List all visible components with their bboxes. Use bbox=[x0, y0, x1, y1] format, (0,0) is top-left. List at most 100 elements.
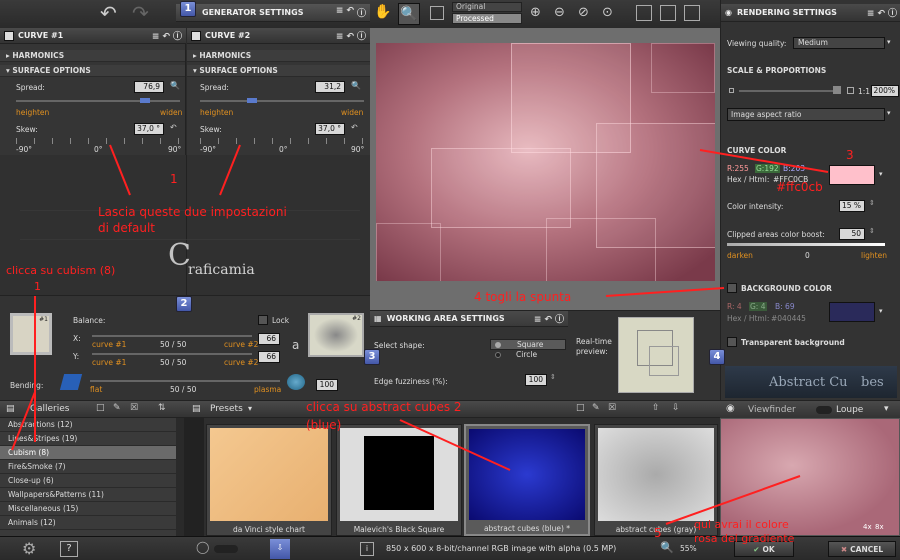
zoom-8x[interactable]: 8x bbox=[875, 523, 884, 531]
reset-icon[interactable]: ↶ bbox=[346, 6, 354, 19]
x-slider[interactable] bbox=[92, 335, 252, 337]
eyedropper-icon[interactable]: ⊘ bbox=[578, 5, 589, 20]
chevron-down-icon[interactable]: ▾ bbox=[887, 38, 891, 46]
lightbulb-icon[interactable]: ◯ bbox=[196, 540, 209, 554]
transparent-bg-checkbox[interactable] bbox=[727, 337, 737, 347]
preview-image[interactable] bbox=[376, 43, 715, 281]
background-color-checkbox[interactable] bbox=[727, 283, 737, 293]
clipped-input[interactable]: 50 bbox=[839, 228, 865, 240]
link-icon[interactable]: a bbox=[292, 338, 299, 352]
actual-size-icon[interactable] bbox=[660, 5, 676, 21]
gallery-item[interactable]: Miscellaneous (15) bbox=[0, 502, 184, 516]
clipped-slider[interactable] bbox=[727, 243, 885, 246]
chevron-down-icon[interactable]: ▾ bbox=[884, 404, 889, 414]
menu-icon[interactable]: ≡ bbox=[336, 32, 344, 42]
gallery-item[interactable]: Close-up (6) bbox=[0, 474, 184, 488]
curve1-surface-options[interactable]: ▾ SURFACE OPTIONS bbox=[0, 65, 185, 77]
new-preset-icon[interactable]: □ bbox=[576, 403, 585, 413]
reset-icon[interactable]: ↶ bbox=[346, 32, 354, 42]
download-icon[interactable]: ⇩ bbox=[270, 539, 290, 559]
delete-preset-icon[interactable]: ☒ bbox=[608, 403, 616, 413]
aspect-ratio-select[interactable]: Image aspect ratio bbox=[727, 108, 885, 121]
import-icon[interactable]: ⇧ bbox=[652, 403, 660, 413]
image-icon[interactable] bbox=[430, 6, 444, 20]
spinner-icon[interactable]: ⇕ bbox=[869, 227, 875, 235]
viewfinder-toggle[interactable] bbox=[816, 406, 832, 414]
eyedropper-add-icon[interactable]: ⊕ bbox=[530, 5, 541, 20]
help-icon[interactable]: ⓘ bbox=[357, 6, 366, 19]
color-intensity-input[interactable]: 15 % bbox=[839, 200, 865, 212]
zoom-icon[interactable]: 🔍 bbox=[660, 541, 674, 554]
gallery-item[interactable]: Fire&Smoke (7) bbox=[0, 460, 184, 474]
help-icon[interactable]: ⓘ bbox=[357, 29, 366, 42]
spread-handle[interactable] bbox=[247, 98, 257, 103]
shape-square-option[interactable]: Square bbox=[490, 339, 566, 350]
edit-gallery-icon[interactable]: ✎ bbox=[113, 403, 121, 413]
chevron-down-icon[interactable]: ▾ bbox=[248, 404, 252, 413]
help-icon[interactable]: ? bbox=[60, 541, 78, 557]
bending-input[interactable]: 100 bbox=[316, 379, 338, 391]
curve1-harmonics[interactable]: ▸ HARMONICS bbox=[0, 50, 185, 62]
shape-circle-option[interactable]: Circle bbox=[490, 350, 566, 361]
export-icon[interactable]: ⇩ bbox=[672, 403, 680, 413]
skew-input[interactable]: 37,0 ° bbox=[315, 123, 345, 135]
x-input[interactable]: 66 bbox=[258, 333, 280, 345]
chevron-down-icon[interactable]: ▾ bbox=[879, 170, 883, 178]
zoom-icon[interactable]: 🔍 bbox=[398, 3, 420, 25]
gallery-scrollbar[interactable] bbox=[176, 418, 184, 536]
spinner-icon[interactable]: ⇕ bbox=[869, 199, 875, 207]
bending-slider[interactable] bbox=[90, 380, 280, 382]
scale-handle[interactable] bbox=[833, 86, 841, 94]
curve2-thumbnail[interactable]: #2 bbox=[308, 313, 364, 357]
zoom-4x[interactable]: 4x bbox=[863, 523, 872, 531]
forward-arrow-icon[interactable]: ↷ bbox=[132, 3, 158, 25]
preset-thumb[interactable]: da Vinci style chart bbox=[206, 424, 332, 536]
eyedropper-menu-icon[interactable]: ⊙ bbox=[602, 5, 613, 20]
zoom-icon[interactable]: 🔍 bbox=[170, 81, 180, 90]
curve2-surface-options[interactable]: ▾ SURFACE OPTIONS bbox=[187, 65, 370, 77]
curve2-harmonics[interactable]: ▸ HARMONICS bbox=[187, 50, 370, 62]
view-processed-toggle[interactable]: Processed bbox=[452, 13, 522, 24]
presets-scroll[interactable] bbox=[184, 418, 204, 536]
edit-preset-icon[interactable]: ✎ bbox=[592, 403, 600, 413]
bg-color-swatch[interactable] bbox=[829, 302, 875, 322]
loupe-label[interactable]: Loupe bbox=[836, 405, 863, 415]
spread-input[interactable]: 31,2 bbox=[315, 81, 345, 93]
spread-input[interactable]: 76,9 bbox=[134, 81, 164, 93]
lock-checkbox[interactable] bbox=[258, 315, 268, 325]
help-icon[interactable]: ⓘ bbox=[888, 6, 897, 19]
menu-icon[interactable]: ≡ bbox=[534, 315, 542, 325]
sort-icon[interactable]: ⇅ bbox=[158, 403, 166, 413]
menu-icon[interactable]: ≡ bbox=[336, 6, 344, 19]
y-slider[interactable] bbox=[92, 353, 252, 355]
spinner-icon[interactable]: ⇕ bbox=[550, 373, 556, 381]
menu-icon[interactable]: ≡ bbox=[152, 32, 160, 42]
chevron-down-icon[interactable]: ▾ bbox=[879, 307, 883, 315]
light-toggle[interactable] bbox=[214, 545, 238, 553]
ratio-checkbox[interactable] bbox=[847, 87, 854, 94]
reset-small-icon[interactable]: ↶ bbox=[351, 123, 358, 132]
reset-icon[interactable]: ↶ bbox=[877, 9, 885, 19]
spread-slider[interactable] bbox=[200, 100, 364, 102]
view-original-toggle[interactable]: Original bbox=[452, 2, 522, 12]
scale-input[interactable]: 200% bbox=[871, 85, 899, 97]
gallery-item[interactable]: Wallpapers&Patterns (11) bbox=[0, 488, 184, 502]
eyedropper-remove-icon[interactable]: ⊖ bbox=[554, 5, 565, 20]
chevron-down-icon[interactable]: ▾ bbox=[887, 109, 891, 117]
zoom-icon[interactable]: 🔍 bbox=[351, 81, 361, 90]
edge-fuzziness-input[interactable]: 100 bbox=[525, 374, 547, 386]
hand-icon[interactable]: ✋ bbox=[374, 4, 391, 20]
gallery-item[interactable]: Animals (12) bbox=[0, 516, 184, 530]
delete-gallery-icon[interactable]: ☒ bbox=[130, 403, 138, 413]
menu-icon[interactable]: ≡ bbox=[867, 9, 875, 19]
spread-handle[interactable] bbox=[140, 98, 150, 103]
skew-input[interactable]: 37,0 ° bbox=[134, 123, 164, 135]
fit-screen-icon[interactable] bbox=[636, 5, 652, 21]
cancel-button[interactable]: ✖ CANCEL bbox=[828, 541, 896, 557]
back-arrow-icon[interactable]: ↶ bbox=[100, 3, 126, 25]
settings-gear-icon[interactable]: ⚙ bbox=[22, 539, 36, 558]
help-icon[interactable]: ⓘ bbox=[173, 29, 182, 42]
spread-slider[interactable] bbox=[16, 100, 180, 102]
crop-icon[interactable] bbox=[684, 5, 700, 21]
viewing-quality-select[interactable]: Medium bbox=[793, 37, 885, 49]
